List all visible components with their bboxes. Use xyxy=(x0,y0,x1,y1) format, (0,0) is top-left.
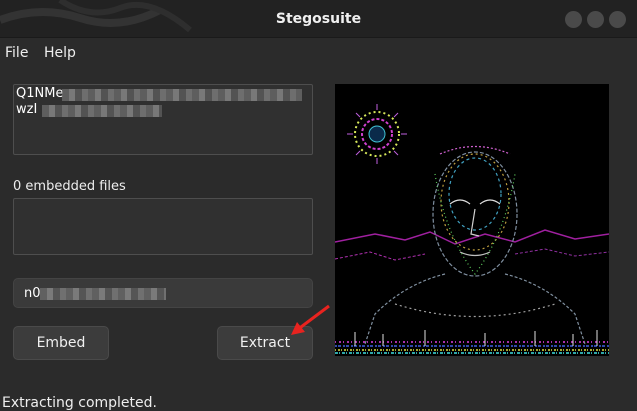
title-bar: Stegosuite xyxy=(0,0,637,38)
redacted-message-line-1 xyxy=(62,89,302,101)
redacted-password xyxy=(40,288,166,300)
sun-shape xyxy=(347,104,407,164)
window-title: Stegosuite xyxy=(275,11,362,27)
embedded-files-list[interactable] xyxy=(13,198,313,255)
message-textarea[interactable]: Q1NMe wzI xyxy=(13,84,313,155)
password-field[interactable]: n0 xyxy=(13,278,313,308)
message-line-2: wzI xyxy=(16,102,38,117)
stego-image-preview xyxy=(335,84,609,356)
head-shape xyxy=(432,145,518,277)
redacted-message-line-2 xyxy=(42,105,162,117)
password-value: n0 xyxy=(24,286,41,301)
status-text: Extracting completed. xyxy=(2,395,157,411)
annotation-arrow xyxy=(291,304,330,335)
glitch-portrait-image xyxy=(335,104,609,354)
close-button[interactable] xyxy=(609,11,626,28)
minimize-button[interactable] xyxy=(565,11,582,28)
embed-button[interactable]: Embed xyxy=(13,326,109,360)
menu-file[interactable]: File xyxy=(5,45,28,61)
maximize-button[interactable] xyxy=(587,11,604,28)
embedded-files-label: 0 embedded files xyxy=(13,179,126,194)
message-line-1: Q1NMe xyxy=(16,86,64,101)
menu-bar: File Help xyxy=(0,39,637,69)
menu-help[interactable]: Help xyxy=(44,45,76,61)
